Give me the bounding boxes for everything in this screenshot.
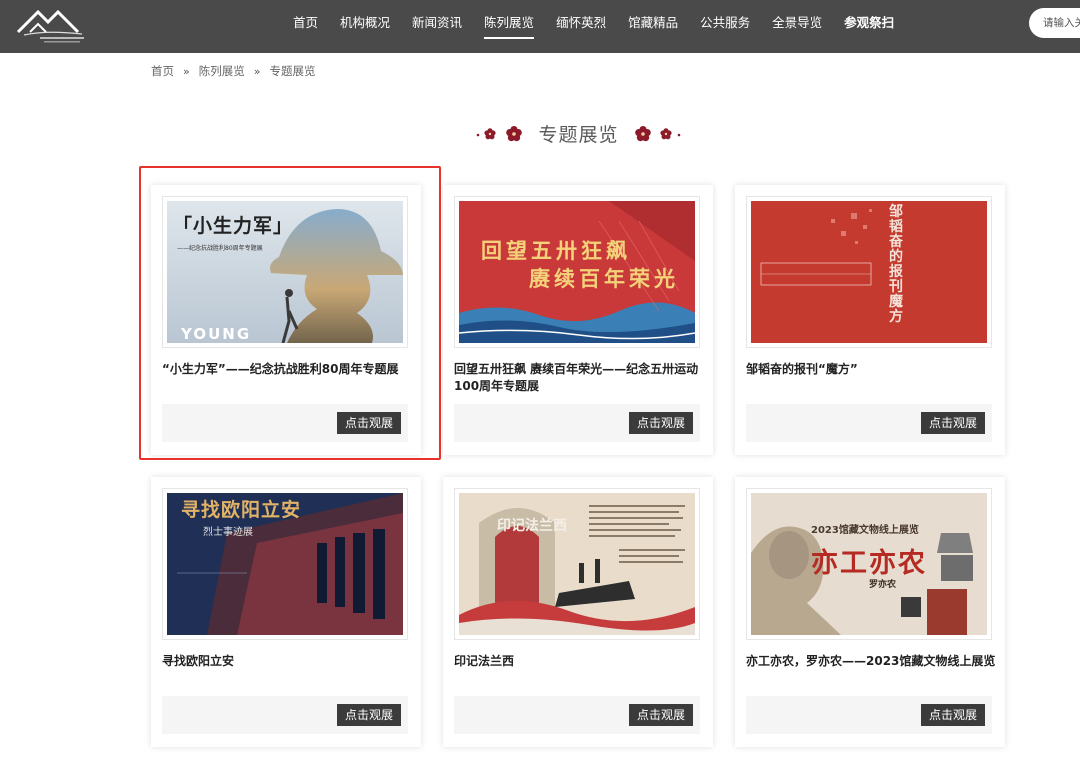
breadcrumb-separator: » <box>253 64 261 78</box>
view-exhibition-button[interactable]: 点击观展 <box>920 412 985 434</box>
section-title: 专题展览 <box>538 124 619 146</box>
exhibition-thumbnail[interactable]: 印记法兰西 <box>454 488 700 640</box>
poster-headline: 亦工亦农 <box>811 548 927 579</box>
exhibition-title[interactable]: 亦工亦农，罗亦农——2023馆藏文物线上展览 <box>746 653 996 670</box>
exhibition-title[interactable]: 印记法兰西 <box>454 653 704 670</box>
mountain-logo-icon <box>16 9 84 43</box>
card-footer: 点击观展 <box>162 696 408 734</box>
top-header: 首页 机构概况 新闻资讯 陈列展览 缅怀英烈 馆藏精品 公共服务 全景导览 参观… <box>0 0 1080 53</box>
poster-subline: 烈士事迹展 <box>203 527 253 538</box>
nav-martyrs[interactable]: 缅怀英烈 <box>545 0 617 53</box>
breadcrumb-separator: » <box>183 64 190 78</box>
nav-panorama[interactable]: 全景导览 <box>761 0 833 53</box>
museum-logo[interactable] <box>16 6 88 46</box>
poster-headline: 印记法兰西 <box>497 518 567 534</box>
nav-visit[interactable]: 参观祭扫 <box>833 0 905 53</box>
poster-headline: 寻找欧阳立安 <box>181 499 302 521</box>
exhibition-title[interactable]: 回望五卅狂飙 赓续百年荣光——纪念五卅运动100周年专题展 <box>454 361 704 395</box>
exhibition-card[interactable]: 「小生力军」 ——纪念抗战胜利80周年专题展 YOUNG “小生力军”——纪念抗… <box>151 185 421 455</box>
exhibition-title[interactable]: 寻找欧阳立安 <box>162 653 412 670</box>
poster-subline: 2023馆藏文物线上展览 <box>811 525 919 536</box>
nav-collection[interactable]: 馆藏精品 <box>617 0 689 53</box>
exhibition-card[interactable]: 寻找欧阳立安 烈士事迹展 寻找欧阳立安 点击观展 <box>151 477 421 747</box>
exhibition-title[interactable]: “小生力军”——纪念抗战胜利80周年专题展 <box>162 361 412 378</box>
breadcrumb-exhibitions[interactable]: 陈列展览 <box>199 63 245 79</box>
poster-name: 罗亦农 <box>869 580 897 590</box>
poster-line-2: 赓续百年荣光 <box>529 267 679 291</box>
exhibition-thumbnail[interactable]: 2023馆藏文物线上展览 亦工亦农 罗亦农 <box>746 488 992 640</box>
nav-exhibitions[interactable]: 陈列展览 <box>473 0 545 53</box>
exhibition-card[interactable]: 印记法兰西 印记法兰西 点击观展 <box>443 477 713 747</box>
search-input[interactable] <box>1029 8 1080 38</box>
exhibition-thumbnail[interactable]: 邹韬奋的报刊魔方 <box>746 196 992 348</box>
breadcrumb: 首页 » 陈列展览 » 专题展览 <box>151 63 315 79</box>
section-heading: 专题展览 <box>0 120 1080 147</box>
breadcrumb-current: 专题展览 <box>269 64 316 78</box>
exhibition-card[interactable]: 邹韬奋的报刊魔方 邹韬奋的报刊“魔方” 点击观展 <box>735 185 1005 455</box>
poster-subline: ——纪念抗战胜利80周年专题展 <box>177 245 263 252</box>
nav-services[interactable]: 公共服务 <box>689 0 761 53</box>
nav-news[interactable]: 新闻资讯 <box>401 0 473 53</box>
card-footer: 点击观展 <box>746 696 992 734</box>
view-exhibition-button[interactable]: 点击观展 <box>628 412 693 434</box>
exhibition-title[interactable]: 邹韬奋的报刊“魔方” <box>746 361 996 378</box>
view-exhibition-button[interactable]: 点击观展 <box>628 704 693 726</box>
view-exhibition-button[interactable]: 点击观展 <box>336 412 401 434</box>
exhibition-card[interactable]: 回望五卅狂飙 赓续百年荣光 回望五卅狂飙 赓续百年荣光——纪念五卅运动100周年… <box>443 185 713 455</box>
exhibition-thumbnail[interactable]: 寻找欧阳立安 烈士事迹展 <box>162 488 408 640</box>
exhibition-poster-image <box>459 493 695 635</box>
exhibition-poster-image <box>751 201 987 343</box>
plum-flower-left-icon <box>477 125 523 141</box>
view-exhibition-button[interactable]: 点击观展 <box>336 704 401 726</box>
poster-footer-text: YOUNG <box>181 325 252 343</box>
poster-headline: 「小生力军」 <box>173 215 294 237</box>
nav-home[interactable]: 首页 <box>282 0 329 53</box>
exhibition-card[interactable]: 2023馆藏文物线上展览 亦工亦农 罗亦农 亦工亦农，罗亦农——2023馆藏文物… <box>735 477 1005 747</box>
nav-about[interactable]: 机构概况 <box>329 0 401 53</box>
main-nav: 首页 机构概况 新闻资讯 陈列展览 缅怀英烈 馆藏精品 公共服务 全景导览 参观… <box>282 0 905 53</box>
card-footer: 点击观展 <box>746 404 992 442</box>
plum-flower-right-icon <box>634 125 680 141</box>
exhibition-thumbnail[interactable]: 「小生力军」 ——纪念抗战胜利80周年专题展 YOUNG <box>162 196 408 348</box>
exhibition-thumbnail[interactable]: 回望五卅狂飙 赓续百年荣光 <box>454 196 700 348</box>
card-footer: 点击观展 <box>454 404 700 442</box>
view-exhibition-button[interactable]: 点击观展 <box>920 704 985 726</box>
poster-headline: 邹韬奋的报刊魔方 <box>889 204 903 325</box>
card-footer: 点击观展 <box>162 404 408 442</box>
poster-line-1: 回望五卅狂飙 <box>481 239 631 263</box>
breadcrumb-home[interactable]: 首页 <box>151 63 174 79</box>
card-footer: 点击观展 <box>454 696 700 734</box>
